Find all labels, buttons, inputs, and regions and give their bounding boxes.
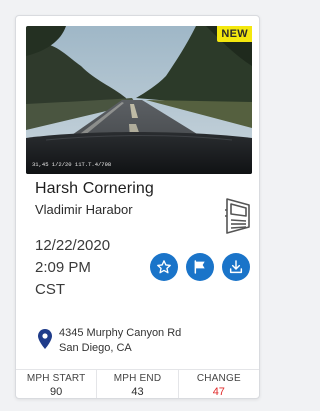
event-time: 2:09 PM bbox=[35, 259, 91, 276]
favorite-button[interactable] bbox=[150, 253, 178, 281]
event-datetime: 12/22/2020 2:09 PM CST bbox=[35, 236, 110, 302]
event-date: 12/22/2020 bbox=[35, 237, 111, 254]
event-address: 4345 Murphy Canyon Rd San Diego, CA bbox=[59, 326, 181, 356]
stat-label: CHANGE bbox=[196, 373, 241, 384]
truck-icon bbox=[222, 196, 252, 241]
stat-value: 47 bbox=[212, 386, 225, 398]
stat-change: CHANGE 47 bbox=[179, 370, 259, 398]
new-badge: NEW bbox=[217, 26, 252, 42]
stat-value: 43 bbox=[131, 386, 144, 398]
stat-value: 90 bbox=[50, 386, 63, 398]
thumbnail-overlay-text: 31,45 1/2/20 11T.T.4/798 bbox=[32, 161, 111, 168]
download-button[interactable] bbox=[222, 253, 250, 281]
stat-label: MPH END bbox=[113, 373, 162, 384]
dashcam-image: 31,45 1/2/20 11T.T.4/798 bbox=[26, 26, 252, 174]
driver-name: Vladimir Harabor bbox=[35, 202, 133, 217]
event-title: Harsh Cornering bbox=[35, 180, 154, 197]
event-card[interactable]: 31,45 1/2/20 11T.T.4/798 NEW Harsh Corne… bbox=[15, 15, 260, 399]
speed-stats: MPH START 90 MPH END 43 CHANGE 47 bbox=[16, 369, 259, 398]
address-line-2: San Diego, CA bbox=[59, 342, 132, 354]
stat-mph-start: MPH START 90 bbox=[16, 370, 98, 398]
download-icon bbox=[229, 260, 243, 274]
stat-mph-end: MPH END 43 bbox=[97, 370, 179, 398]
flag-button[interactable] bbox=[186, 253, 214, 281]
location-pin-icon bbox=[38, 329, 52, 354]
event-timezone: CST bbox=[35, 281, 65, 298]
video-thumbnail[interactable]: 31,45 1/2/20 11T.T.4/798 bbox=[26, 26, 252, 174]
stat-label: MPH START bbox=[26, 373, 86, 384]
address-line-1: 4345 Murphy Canyon Rd bbox=[59, 327, 182, 339]
flag-icon bbox=[194, 260, 205, 274]
star-icon bbox=[157, 260, 171, 274]
